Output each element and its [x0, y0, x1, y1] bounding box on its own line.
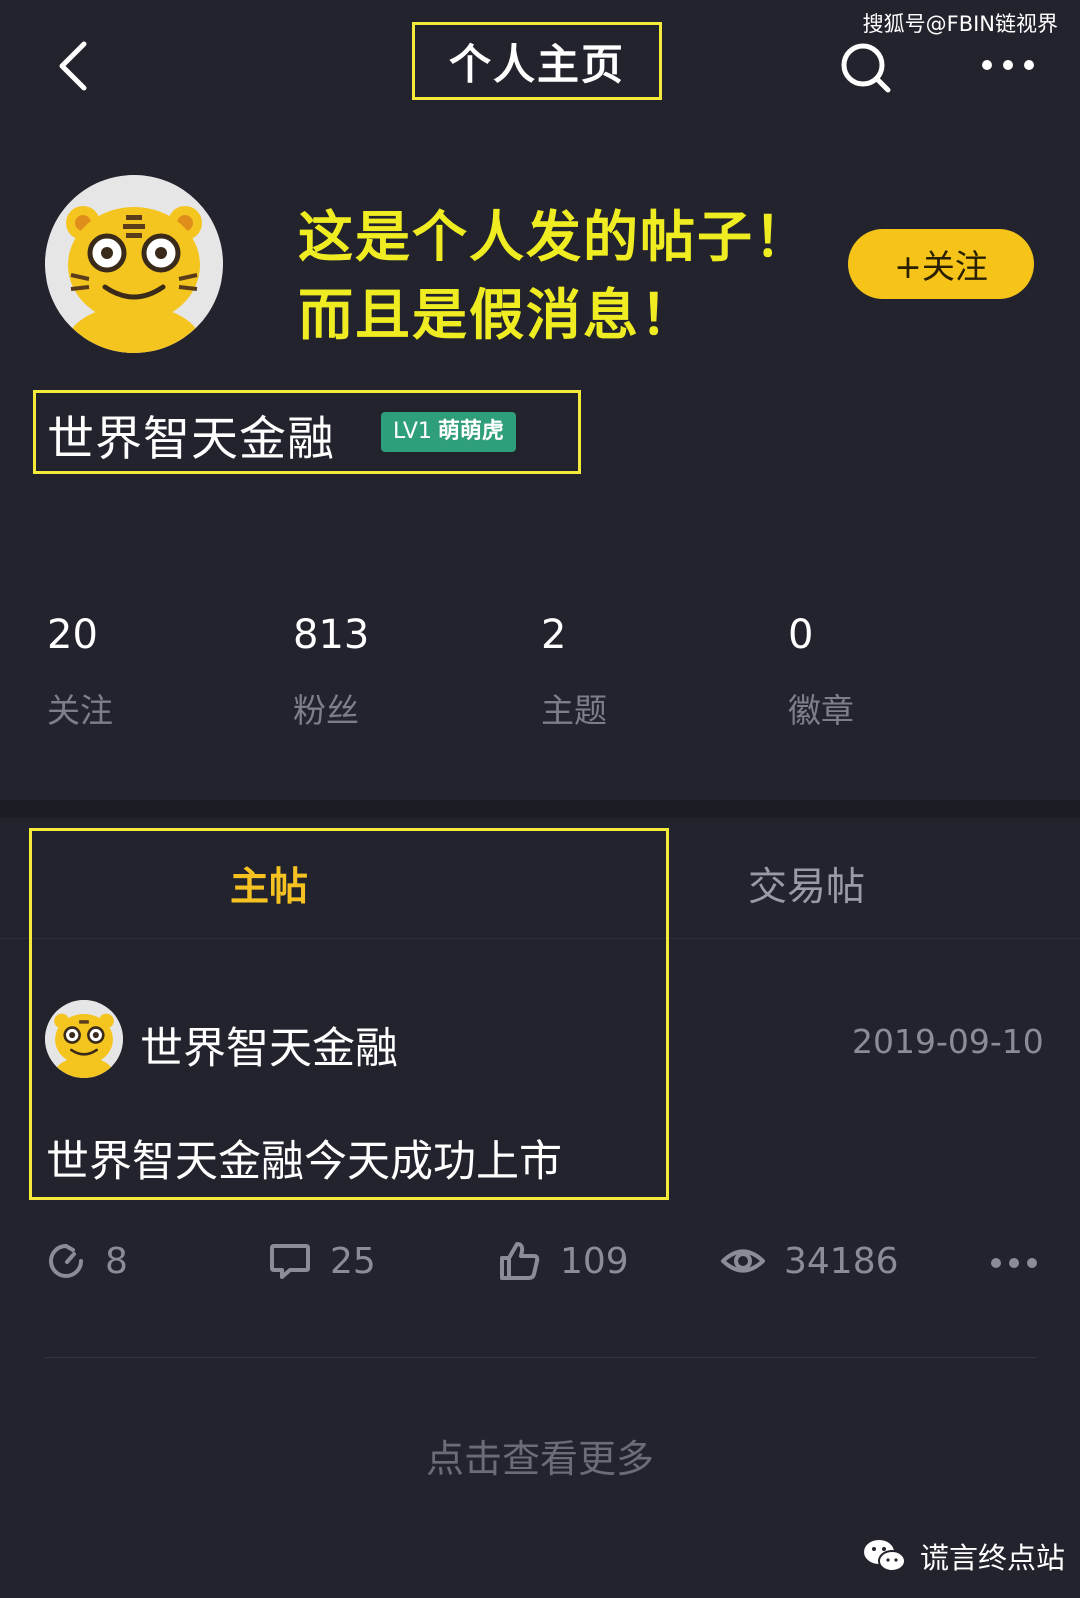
watermark-top: 搜狐号@FBIN链视界 [862, 12, 1058, 36]
stat-topics-count[interactable]: 2 [541, 612, 566, 658]
stat-badges-label: 徽章 [788, 691, 854, 730]
like-action[interactable]: 109 [498, 1240, 629, 1282]
page-title: 个人主页 [448, 39, 625, 89]
level-badge: LV1 萌萌虎 [381, 412, 516, 452]
search-icon[interactable] [838, 40, 894, 96]
avatar[interactable] [45, 175, 223, 353]
username: 世界智天金融 [47, 412, 335, 467]
load-more-button[interactable]: 点击查看更多 [0, 1428, 1080, 1483]
views-count: 34186 [784, 1240, 899, 1282]
tiger-avatar-icon [45, 175, 223, 353]
more-icon[interactable] [980, 58, 1036, 72]
annotation-text: 这是个人发的帖子！ 而且是假消息！ [298, 198, 818, 354]
follow-button[interactable]: +关注 [848, 229, 1034, 299]
section-divider [0, 800, 1080, 818]
comment-action[interactable]: 25 [268, 1240, 376, 1282]
wechat-icon [864, 1540, 906, 1572]
eye-icon [721, 1249, 765, 1273]
post-highlight [29, 828, 669, 1200]
post-date: 2019-09-10 [852, 1022, 1044, 1061]
stat-fans-count[interactable]: 813 [293, 612, 369, 658]
tab-trade-posts[interactable]: 交易帖 [748, 856, 865, 912]
back-icon[interactable] [52, 38, 102, 94]
annotation-line-2: 而且是假消息！ [298, 283, 698, 347]
watermark-bottom: 谎言终点站 [862, 1535, 1065, 1577]
page-title-highlight: 个人主页 [412, 22, 662, 100]
stat-following-label: 关注 [47, 691, 113, 730]
level-badge-title: 萌萌虎 [437, 419, 504, 444]
repost-action[interactable]: 8 [45, 1240, 128, 1282]
comment-icon [270, 1244, 310, 1279]
repost-icon [49, 1244, 83, 1278]
repost-count: 8 [105, 1240, 128, 1282]
more-icon[interactable] [990, 1257, 1038, 1269]
comment-count: 25 [330, 1240, 376, 1282]
watermark-bottom-text: 谎言终点站 [920, 1541, 1066, 1575]
stat-topics-label: 主题 [541, 691, 607, 730]
stat-badges-count[interactable]: 0 [788, 612, 813, 658]
stat-fans-label: 粉丝 [293, 691, 359, 730]
like-count: 109 [560, 1240, 629, 1282]
stat-following-count[interactable]: 20 [47, 612, 98, 658]
annotation-line-1: 这是个人发的帖子！ [298, 205, 812, 269]
views-stat: 34186 [720, 1240, 899, 1282]
level-badge-level: LV1 [393, 419, 432, 444]
list-separator [45, 1357, 1037, 1358]
like-icon [500, 1242, 540, 1280]
